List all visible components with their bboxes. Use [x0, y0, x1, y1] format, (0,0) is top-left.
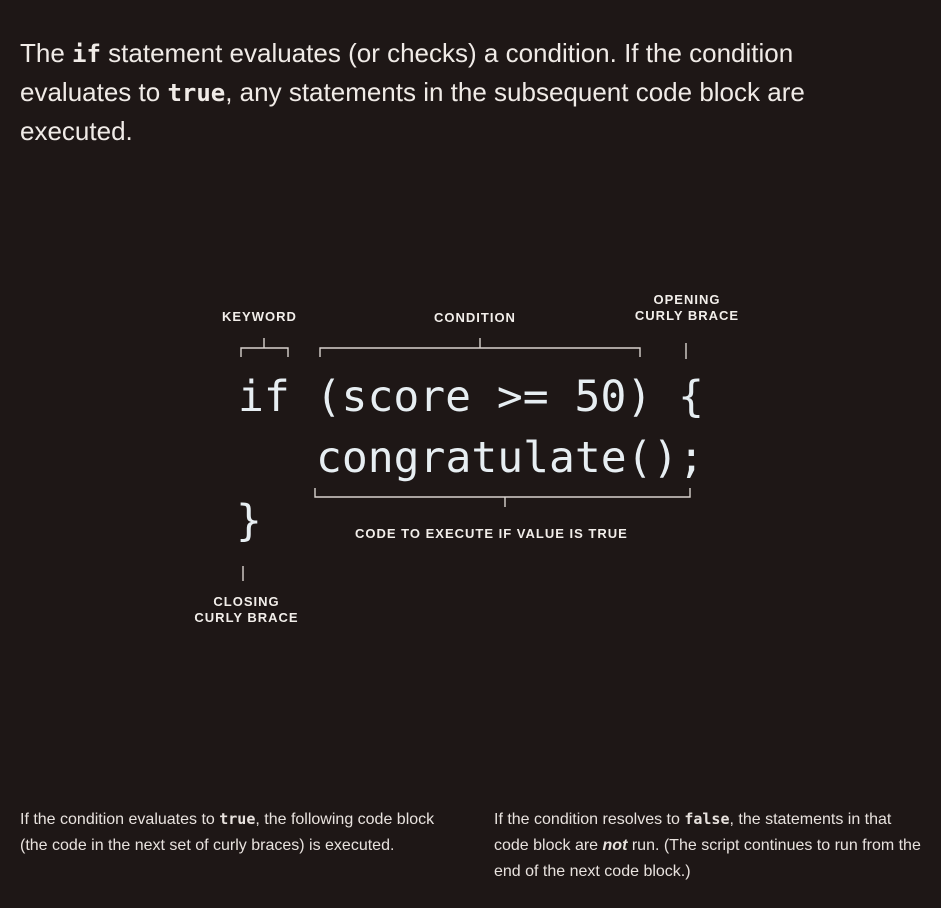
note-right: If the condition resolves to false, the … [494, 806, 924, 885]
code-block-bracket [314, 488, 691, 507]
note-right-emphasis: not [602, 837, 628, 854]
closing-brace-label: CLOSING CURLY BRACE [189, 594, 304, 626]
code-condition: (score >= 50) [315, 372, 653, 422]
code-body-line: congratulate(); [316, 433, 705, 483]
note-left: If the condition evaluates to true, the … [20, 806, 450, 859]
if-statement-diagram: KEYWORD CONDITION OPENING CURLY BRACE if… [0, 0, 941, 908]
opening-brace-label: OPENING CURLY BRACE [630, 292, 744, 324]
condition-bracket [319, 338, 641, 357]
opening-brace-label-line2: CURLY BRACE [634, 308, 740, 323]
note-right-value: false [684, 810, 730, 828]
code-to-execute-label: CODE TO EXECUTE IF VALUE IS TRUE [355, 526, 628, 541]
opening-brace-label-line1: OPENING [653, 292, 721, 307]
note-right-text-1: If the condition resolves to [494, 811, 685, 828]
code-open-brace: { [678, 372, 704, 422]
closing-brace-label-line1: CLOSING [213, 594, 280, 609]
note-left-text-1: If the condition evaluates to [20, 811, 220, 828]
keyword-label: KEYWORD [222, 309, 297, 324]
keyword-bracket [240, 338, 289, 357]
condition-label: CONDITION [434, 310, 516, 325]
closing-brace-label-line2: CURLY BRACE [194, 610, 299, 625]
code-close-brace: } [236, 496, 262, 546]
note-left-value: true [219, 810, 256, 828]
code-keyword: if [238, 372, 290, 422]
code-if-line: if (score >= 50) { [238, 372, 704, 422]
